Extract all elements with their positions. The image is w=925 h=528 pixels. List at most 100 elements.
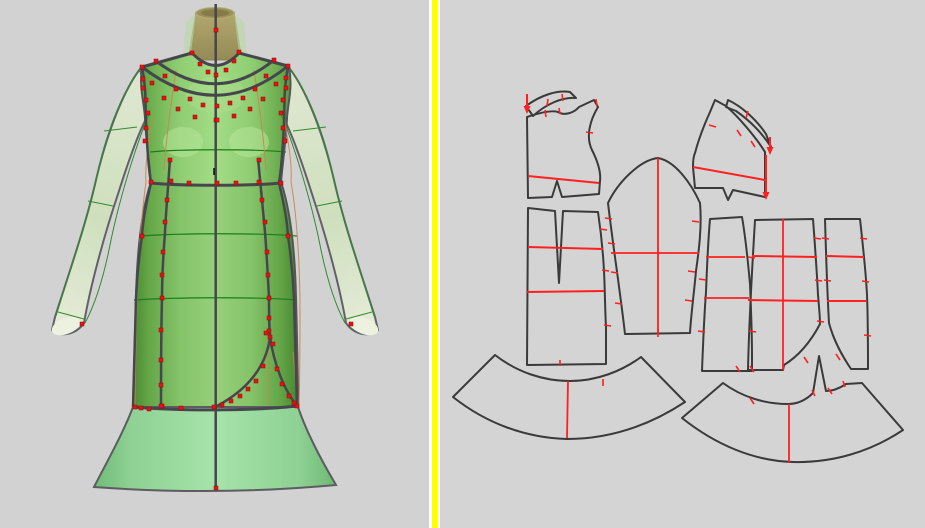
sleeve-piece[interactable] bbox=[607, 157, 702, 335]
control-point[interactable] bbox=[146, 406, 152, 412]
control-point[interactable] bbox=[197, 61, 203, 67]
notch-mark[interactable] bbox=[747, 256, 756, 259]
control-point[interactable] bbox=[164, 197, 170, 203]
control-point[interactable] bbox=[140, 76, 146, 82]
notch-mark[interactable] bbox=[697, 330, 706, 333]
control-point[interactable] bbox=[200, 102, 206, 108]
notch-mark[interactable] bbox=[823, 279, 832, 282]
control-point[interactable] bbox=[265, 272, 271, 278]
control-point[interactable] bbox=[187, 96, 193, 102]
control-point[interactable] bbox=[186, 180, 192, 186]
control-point[interactable] bbox=[280, 125, 286, 131]
control-point[interactable] bbox=[153, 58, 159, 64]
control-point[interactable] bbox=[138, 405, 144, 411]
control-point[interactable] bbox=[192, 114, 198, 120]
notch-mark[interactable] bbox=[859, 237, 868, 240]
notch-mark[interactable] bbox=[748, 330, 757, 333]
control-point[interactable] bbox=[161, 95, 167, 101]
notch-mark[interactable] bbox=[610, 271, 619, 274]
notch-mark[interactable] bbox=[736, 129, 742, 137]
3d-garment-viewport[interactable] bbox=[0, 0, 429, 528]
control-point[interactable] bbox=[189, 50, 195, 56]
control-point[interactable] bbox=[279, 381, 285, 387]
control-point[interactable] bbox=[140, 85, 146, 91]
notch-mark[interactable] bbox=[684, 299, 693, 302]
control-point[interactable] bbox=[149, 80, 155, 86]
control-point[interactable] bbox=[173, 86, 179, 92]
control-point[interactable] bbox=[214, 117, 220, 123]
control-point[interactable] bbox=[158, 382, 164, 388]
control-point[interactable] bbox=[178, 405, 184, 411]
control-point[interactable] bbox=[139, 64, 145, 70]
control-point[interactable] bbox=[162, 73, 168, 79]
control-point[interactable] bbox=[167, 157, 173, 163]
notch-mark[interactable] bbox=[604, 217, 613, 220]
control-point[interactable] bbox=[264, 249, 270, 255]
control-point[interactable] bbox=[160, 249, 166, 255]
control-point[interactable] bbox=[260, 363, 266, 369]
control-point[interactable] bbox=[231, 58, 237, 64]
pattern-internal-line[interactable] bbox=[526, 290, 605, 293]
control-point[interactable] bbox=[132, 404, 138, 410]
notch-mark[interactable] bbox=[863, 334, 872, 337]
notch-mark[interactable] bbox=[814, 279, 823, 282]
notch-mark[interactable] bbox=[813, 237, 822, 240]
back-bodice-piece[interactable] bbox=[692, 99, 766, 201]
control-point[interactable] bbox=[252, 86, 258, 92]
control-point[interactable] bbox=[237, 393, 243, 399]
2d-pattern-viewport[interactable] bbox=[440, 0, 925, 528]
control-point[interactable] bbox=[256, 179, 262, 185]
control-point[interactable] bbox=[213, 485, 219, 491]
notch-mark[interactable] bbox=[546, 98, 549, 107]
control-point[interactable] bbox=[158, 403, 164, 409]
notch-mark[interactable] bbox=[803, 356, 809, 364]
collar-band-back-piece[interactable] bbox=[725, 99, 772, 148]
control-point[interactable] bbox=[219, 402, 225, 408]
control-point[interactable] bbox=[270, 341, 276, 347]
control-point[interactable] bbox=[162, 219, 168, 225]
control-point[interactable] bbox=[159, 295, 165, 301]
control-point[interactable] bbox=[285, 63, 291, 69]
control-point[interactable] bbox=[283, 75, 289, 81]
control-point[interactable] bbox=[256, 157, 262, 163]
control-point[interactable] bbox=[214, 103, 220, 109]
notch-mark[interactable] bbox=[816, 320, 825, 323]
control-point[interactable] bbox=[263, 330, 269, 336]
control-point[interactable] bbox=[214, 180, 220, 186]
notch-mark[interactable] bbox=[561, 93, 564, 102]
control-point[interactable] bbox=[259, 197, 265, 203]
control-point[interactable] bbox=[158, 357, 164, 363]
control-point[interactable] bbox=[286, 393, 292, 399]
control-point[interactable] bbox=[148, 179, 154, 185]
control-point[interactable] bbox=[282, 138, 288, 144]
pattern-internal-line[interactable] bbox=[527, 246, 604, 250]
control-point[interactable] bbox=[205, 69, 211, 75]
control-point[interactable] bbox=[262, 219, 268, 225]
control-point[interactable] bbox=[245, 386, 251, 392]
control-point[interactable] bbox=[247, 106, 253, 112]
pattern-internal-line[interactable] bbox=[527, 175, 600, 184]
control-point[interactable] bbox=[228, 398, 234, 404]
control-point[interactable] bbox=[231, 113, 237, 119]
pattern-internal-line[interactable] bbox=[747, 299, 819, 302]
notch-mark[interactable] bbox=[601, 269, 610, 272]
control-point[interactable] bbox=[158, 327, 164, 333]
notch-mark[interactable] bbox=[691, 220, 700, 223]
control-point[interactable] bbox=[143, 125, 149, 131]
control-point[interactable] bbox=[348, 321, 354, 327]
notch-mark[interactable] bbox=[607, 242, 616, 245]
control-point[interactable] bbox=[227, 100, 233, 106]
notch-mark[interactable] bbox=[821, 237, 830, 240]
control-point[interactable] bbox=[266, 315, 272, 321]
panel-divider[interactable] bbox=[429, 0, 440, 528]
control-point[interactable] bbox=[273, 81, 279, 87]
control-point[interactable] bbox=[278, 110, 284, 116]
side-panel-piece[interactable] bbox=[701, 216, 753, 372]
notch-mark[interactable] bbox=[750, 140, 756, 148]
control-point[interactable] bbox=[278, 180, 284, 186]
front-skirt-piece[interactable] bbox=[526, 207, 607, 366]
control-point[interactable] bbox=[143, 97, 149, 103]
control-point[interactable] bbox=[211, 404, 217, 410]
control-point[interactable] bbox=[285, 233, 291, 239]
notch-mark[interactable] bbox=[835, 353, 841, 361]
